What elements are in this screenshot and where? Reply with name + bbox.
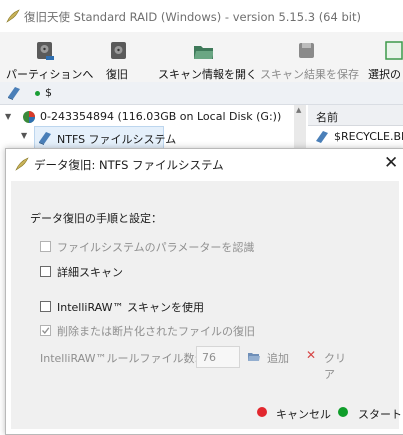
add-label: 追加 [267,352,289,365]
cancel-label: キャンセル [276,408,331,421]
partition-button[interactable]: パーティションへ [0,32,93,82]
rule-count-value: 76 [202,351,216,364]
select-label: 選択の [368,68,401,81]
data-recovery-dialog: データ復旧: NTFS ファイルシステム ✕ データ復旧の手順と設定： ファイル… [5,148,403,435]
recover-disk-icon [111,42,126,59]
recover-fragmented-label: 削除または断片化されたファイルの復旧 [57,325,255,338]
partition-label: パーティションへ [6,68,94,81]
close-icon[interactable]: ✕ [384,153,398,173]
list-item-label: $RECYCLE.BIN [334,130,403,143]
title-bar: 復旧天使 Standard RAID (Windows) - version 5… [0,0,403,32]
tree-fs-label: NTFS ファイルシステム [57,133,177,146]
clear-button[interactable]: ✕ クリア [304,347,356,381]
ntfs-drive-icon [39,132,51,145]
hard-drive-icon [37,42,54,60]
app-wing-icon [6,9,20,23]
recover-button[interactable]: 復旧 [96,32,146,82]
cancel-dot-icon [257,407,267,417]
recover-label: 復旧 [106,68,128,81]
start-dot-icon [338,407,348,417]
list-header: 名前 [308,105,403,126]
address-bar[interactable]: $ [0,82,403,105]
recycle-folder-icon [316,131,328,143]
dialog-body: データ復旧の手順と設定： ファイルシステムのパラメーターを認識 詳細スキャン I… [11,181,402,429]
cancel-button[interactable]: キャンセル [252,402,331,422]
save-scan-button: スキャン結果を保存 [258,32,359,82]
check-icon [42,327,50,335]
status-dot-icon [35,91,40,96]
toolbar: パーティションへ 復旧 スキャン情報を開く スキャン結果を保存 選択の [0,32,403,82]
intelliraw-label: IntelliRAW™ スキャンを使用 [57,301,204,314]
rule-count-input[interactable]: 76 [196,346,240,368]
intelliraw-checkbox[interactable] [40,301,51,312]
detail-scan-checkbox[interactable] [40,266,51,277]
tree-disk-label[interactable]: 0-243354894 (116.03GB on Local Disk (G:)… [40,110,281,123]
detail-scan-label: 詳細スキャン [57,266,123,279]
tree-fs-item[interactable]: NTFS ファイルシステム [34,126,176,150]
select-icon [385,41,403,60]
recover-fragmented-checkbox[interactable] [40,325,51,336]
add-button[interactable]: 追加 [245,347,297,365]
clear-label: クリア [324,352,346,381]
start-label: スタート [358,408,402,421]
window-title: 復旧天使 Standard RAID (Windows) - version 5… [24,10,361,24]
folder-open-icon [194,46,213,59]
expand-arrow-icon[interactable]: ▼ [5,112,11,121]
rule-count-label: IntelliRAW™ルールファイル数: [40,352,199,365]
dialog-wing-icon [15,157,29,171]
dialog-title-bar: データ復旧: NTFS ファイルシステム ✕ [6,149,403,179]
open-scan-button[interactable]: スキャン情報を開く [156,32,257,82]
select-button[interactable]: 選択の [364,32,403,82]
tree-scrollbar[interactable]: ▲ [294,105,306,150]
save-disk-icon [299,43,314,58]
clear-x-icon: ✕ [306,348,317,362]
column-name-header[interactable]: 名前 [316,109,338,125]
open-scan-label: スキャン情報を開く [158,68,257,81]
save-scan-label: スキャン結果を保存 [260,68,359,81]
expand-arrow-icon[interactable]: ▼ [21,131,27,140]
scroll-up-icon[interactable]: ▲ [296,106,301,114]
address-path: $ [45,86,52,99]
tree-panel: ▼ 0-243354894 (116.03GB on Local Disk (G… [0,105,300,150]
start-button[interactable]: スタート [333,402,402,422]
drive-small-icon [8,87,20,100]
fs-params-label: ファイルシステムのパラメーターを認識 [57,241,255,254]
list-item[interactable]: $RECYCLE.BIN [308,126,403,148]
dialog-title: データ復旧: NTFS ファイルシステム [34,158,224,172]
settings-heading: データ復旧の手順と設定： [30,212,162,225]
disk-pie-icon [23,111,35,123]
folder-open-icon [248,353,260,361]
fs-params-checkbox[interactable] [40,241,51,252]
